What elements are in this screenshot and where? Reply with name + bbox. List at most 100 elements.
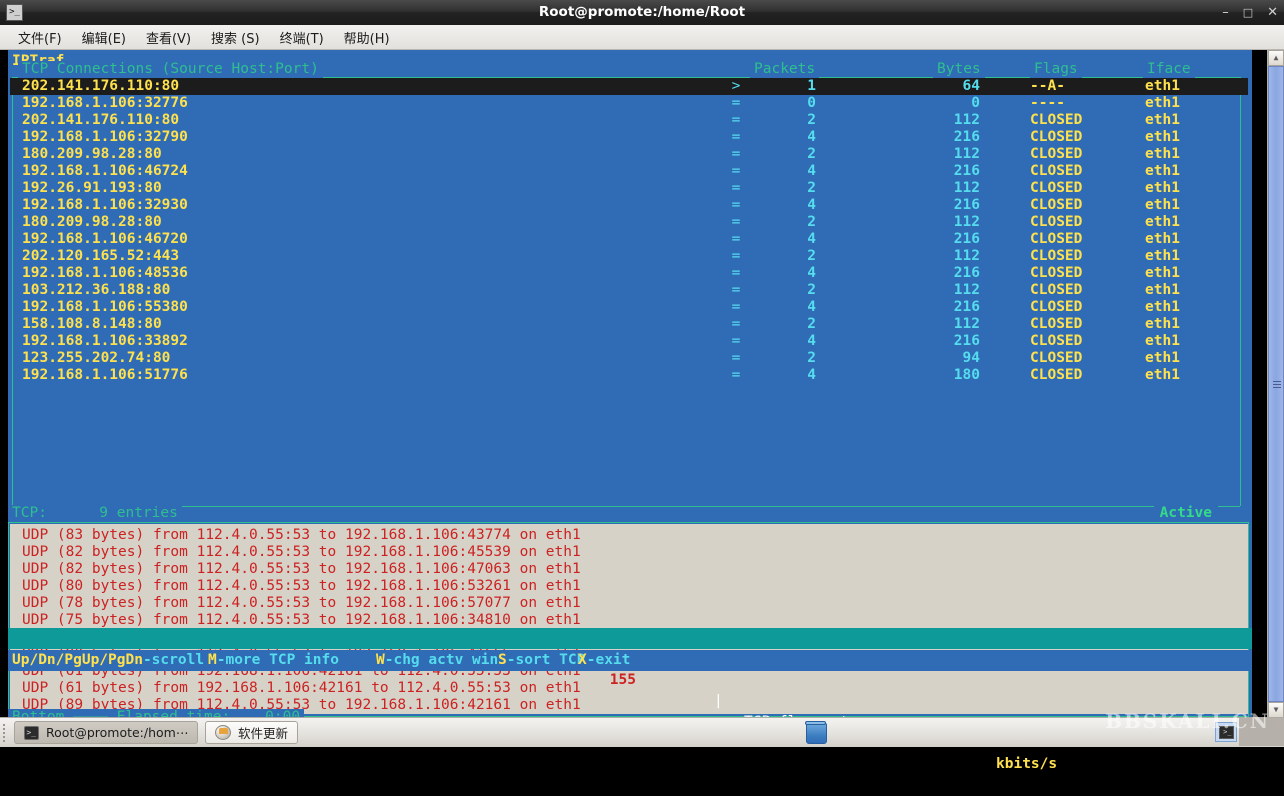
tcp-row-bytes: 112 [890,214,980,231]
tcp-row-iface: eth1 [1145,299,1215,316]
tcp-row-iface: eth1 [1145,265,1215,282]
tcp-row-packets: 4 [750,163,816,180]
scrollbar-grip-icon [1273,381,1281,387]
udp-log-line: UDP (82 bytes) from 112.4.0.55:53 to 192… [10,561,1248,578]
table-row[interactable]: 180.209.98.28:80=2112CLOSEDeth1 [10,146,1248,163]
tcp-row-bytes: 216 [890,265,980,282]
tcp-row-packets: 2 [750,180,816,197]
tcp-row-bytes: 0 [890,95,980,112]
tcp-row-flags: CLOSED [1030,316,1096,333]
table-row[interactable]: 192.168.1.106:32790=4216CLOSEDeth1 [10,129,1248,146]
capture-status-bar: Pkts captured (all interfaces): 155 | TC… [8,628,1252,649]
table-row[interactable]: 202.141.176.110:80=2112CLOSEDeth1 [10,112,1248,129]
menu-search[interactable]: 搜索 (S) [201,26,270,49]
keyhint-2[interactable]: W-chg actv win [376,650,498,671]
table-row[interactable]: 123.255.202.74:80=294CLOSEDeth1 [10,350,1248,367]
table-row[interactable]: 202.120.165.52:443=2112CLOSEDeth1 [10,248,1248,265]
table-row[interactable]: 192.168.1.106:55380=4216CLOSEDeth1 [10,299,1248,316]
window-controls: – □ ✕ [1222,0,1278,25]
table-row[interactable]: 192.168.1.106:46720=4216CLOSEDeth1 [10,231,1248,248]
tcp-row-direction: = [726,214,746,231]
tcp-flow-rate-unit: kbits/s [996,754,1057,775]
tcp-row-direction: = [726,265,746,282]
taskbar-button-software-update[interactable]: 软件更新 [205,721,298,744]
tcp-row-flags: ---- [1030,95,1096,112]
tcp-row-bytes: 112 [890,146,980,163]
udp-log-line: UDP (75 bytes) from 112.4.0.55:53 to 192… [10,612,1248,629]
tcp-row-flags: CLOSED [1030,112,1096,129]
tcp-row-host: 180.209.98.28:80 [22,214,162,231]
table-row[interactable]: 180.209.98.28:80=2112CLOSEDeth1 [10,214,1248,231]
tcp-row-host: 192.168.1.106:55380 [22,299,188,316]
table-row[interactable]: 158.108.8.148:80=2112CLOSEDeth1 [10,316,1248,333]
table-row[interactable]: 192.26.91.193:80=2112CLOSEDeth1 [10,180,1248,197]
tcp-row-direction: = [726,180,746,197]
taskbar-button-terminal[interactable]: >_ Root@promote:/hom⋯ [14,721,198,744]
tcp-row-direction: = [726,333,746,350]
table-row[interactable]: 192.168.1.106:32776=00----eth1 [10,95,1248,112]
tcp-panel-title: TCP Connections (Source Host:Port) [18,61,323,78]
tcp-row-iface: eth1 [1145,78,1215,95]
tcp-row-packets: 2 [750,214,816,231]
scroll-up-icon[interactable]: ▲ [1268,50,1284,66]
table-row[interactable]: 192.168.1.106:46724=4216CLOSEDeth1 [10,163,1248,180]
maximize-button[interactable]: □ [1243,7,1253,18]
tray-spacer [1239,718,1284,746]
tcp-row-bytes: 216 [890,163,980,180]
tcp-row-iface: eth1 [1145,129,1215,146]
tcp-connections-panel: TCP Connections (Source Host:Port) Packe… [8,70,1252,513]
tcp-row-packets: 2 [750,248,816,265]
menu-view[interactable]: 查看(V) [136,26,201,49]
scroll-down-icon[interactable]: ▼ [1268,702,1284,718]
tcp-row-iface: eth1 [1145,316,1215,333]
tcp-row-bytes: 112 [890,282,980,299]
keyhint-label: -scroll [143,652,204,668]
tcp-row-iface: eth1 [1145,163,1215,180]
table-row[interactable]: 192.168.1.106:48536=4216CLOSEDeth1 [10,265,1248,282]
menu-file[interactable]: 文件(F) [8,26,72,49]
trash-icon[interactable] [806,723,827,744]
panel-bottom-border [12,506,1240,507]
udp-log-line: UDP (78 bytes) from 112.4.0.55:53 to 192… [10,595,1248,612]
udp-log-line: UDP (82 bytes) from 112.4.0.55:53 to 192… [10,544,1248,561]
tcp-row-flags: CLOSED [1030,265,1096,282]
tcp-row-packets: 4 [750,265,816,282]
minimize-button[interactable]: – [1222,6,1229,19]
keyboard-shortcut-bar: Up/Dn/PgUp/PgDn-scrollM-more TCP info W-c… [8,650,1252,671]
menu-terminal[interactable]: 终端(T) [270,26,334,49]
keyhint-1[interactable]: M-more TCP info [208,650,339,671]
tcp-row-iface: eth1 [1145,248,1215,265]
table-row[interactable]: 192.168.1.106:51776=4180CLOSEDeth1 [10,367,1248,384]
tcp-row-iface: eth1 [1145,95,1215,112]
keyhint-0[interactable]: Up/Dn/PgUp/PgDn-scroll [12,650,204,671]
table-row[interactable]: 103.212.36.188:80=2112CLOSEDeth1 [10,282,1248,299]
window-title: Root@promote:/home/Root [0,0,1284,25]
keyhint-3[interactable]: S-sort TCP [498,650,585,671]
table-row[interactable]: 202.141.176.110:80>164--A-eth1 [10,78,1248,95]
tcp-row-flags: CLOSED [1030,248,1096,265]
keyhint-4[interactable]: X-exit [578,650,630,671]
taskbar-button-label: Root@promote:/hom⋯ [46,725,188,740]
terminal-scrollbar[interactable]: ▲ ▼ [1267,50,1284,718]
terminal-area[interactable]: IPTraf TCP Connections (Source Host:Port… [0,50,1267,718]
tcp-row-host: 192.168.1.106:32930 [22,197,188,214]
tcp-row-direction: = [726,248,746,265]
taskbar-button-label: 软件更新 [238,723,288,742]
tcp-row-direction: = [726,231,746,248]
scrollbar-thumb[interactable] [1268,66,1284,702]
tray-terminal-icon[interactable]: >_ [1215,722,1237,742]
tcp-row-list[interactable]: 202.141.176.110:80>164--A-eth1 192.168.1.… [10,78,1248,478]
table-row[interactable]: 192.168.1.106:33892=4216CLOSEDeth1 [10,333,1248,350]
pkts-captured-value: 155 [596,670,636,691]
tcp-row-bytes: 216 [890,333,980,350]
tcp-row-direction: = [726,112,746,129]
table-row[interactable]: 192.168.1.106:32930=4216CLOSEDeth1 [10,197,1248,214]
tcp-row-host: 202.120.165.52:443 [22,248,179,265]
close-button[interactable]: ✕ [1267,6,1278,19]
tcp-row-direction: = [726,163,746,180]
tcp-row-direction: = [726,316,746,333]
menu-edit[interactable]: 编辑(E) [72,26,136,49]
tcp-row-flags: CLOSED [1030,180,1096,197]
menu-help[interactable]: 帮助(H) [334,26,400,49]
tcp-row-host: 192.26.91.193:80 [22,180,162,197]
